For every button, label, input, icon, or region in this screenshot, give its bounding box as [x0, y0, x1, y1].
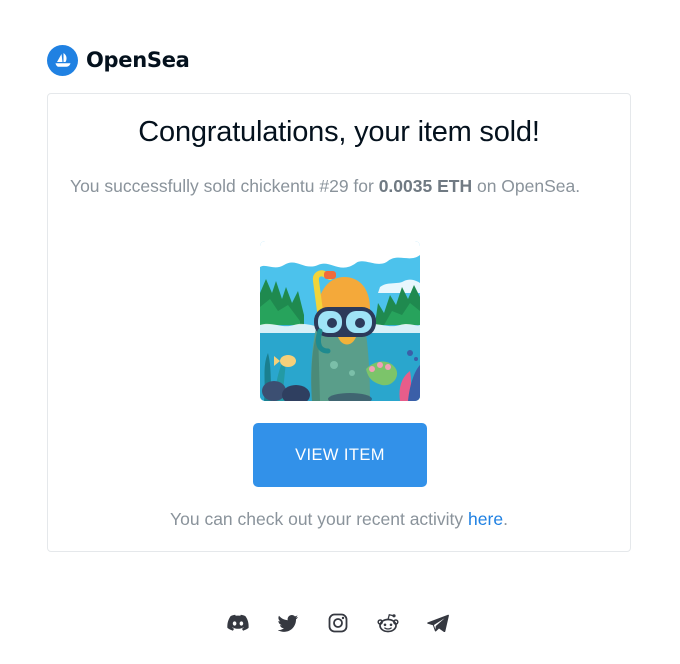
discord-icon[interactable] [226, 611, 250, 635]
instagram-icon[interactable] [326, 611, 350, 635]
card-title: Congratulations, your item sold! [138, 116, 540, 148]
sale-message-prefix: You successfully sold chickentu #29 for [70, 176, 379, 196]
sale-notification-card: Congratulations, your item sold! You suc… [47, 93, 631, 552]
activity-here-link[interactable]: here [468, 509, 503, 529]
sale-message-suffix: on OpenSea. [472, 176, 581, 196]
social-links [226, 610, 450, 636]
activity-suffix: . [503, 509, 508, 529]
opensea-boat-icon [47, 44, 78, 76]
brand-name: OpenSea [86, 48, 190, 72]
activity-prefix: You can check out your recent activity [170, 509, 469, 529]
nft-snorkel-duck-image[interactable] [260, 241, 420, 401]
opensea-logo[interactable]: OpenSea [47, 44, 190, 76]
sale-price: 0.0035 ETH [378, 176, 473, 196]
telegram-icon[interactable] [426, 611, 450, 635]
sale-message: You successfully sold chickentu #29 for … [70, 174, 608, 199]
view-item-button[interactable]: VIEW ITEM [253, 423, 427, 487]
recent-activity-text: You can check out your recent activity h… [48, 509, 630, 530]
twitter-icon[interactable] [276, 611, 300, 635]
reddit-icon[interactable] [376, 611, 400, 635]
